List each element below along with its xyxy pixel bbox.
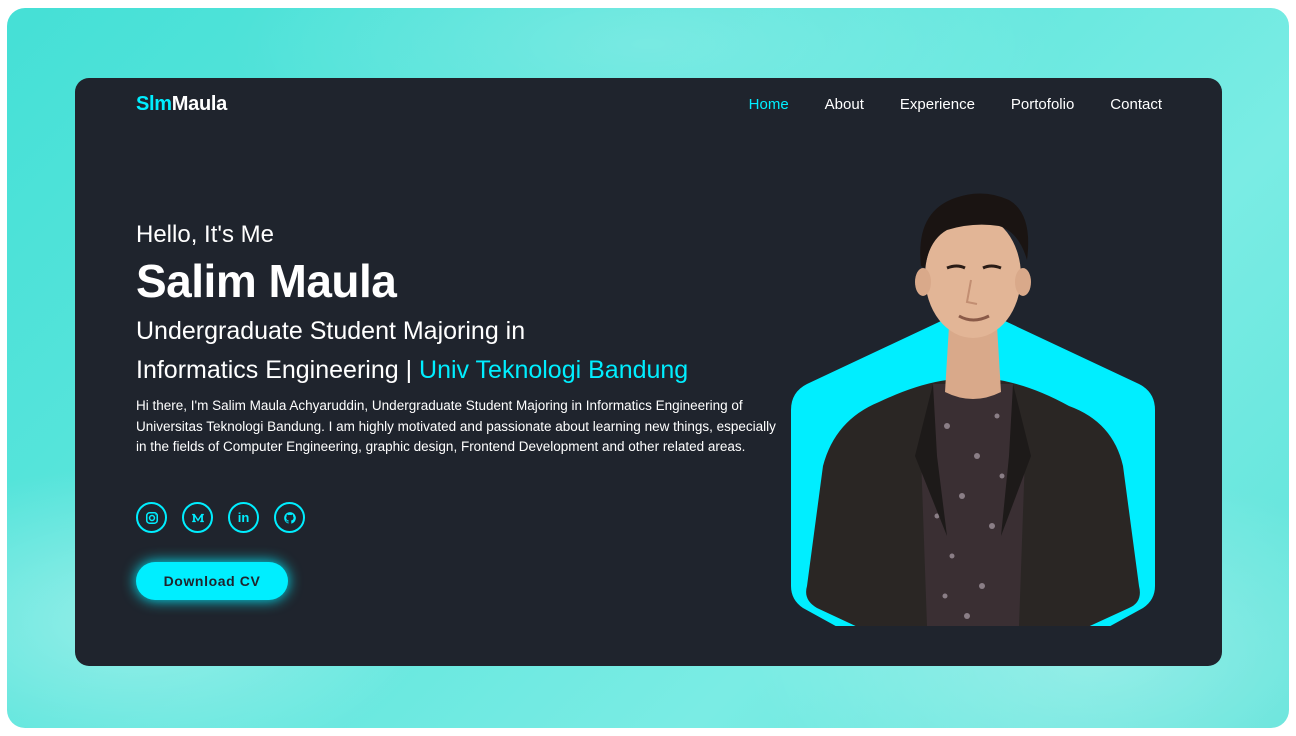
brand-logo[interactable]: SlmMaula	[136, 93, 227, 116]
linkedin-link[interactable]: in	[228, 502, 259, 533]
github-link[interactable]	[274, 502, 305, 533]
nav-portofolio[interactable]: Portofolio	[1011, 96, 1074, 113]
download-cv-button[interactable]: Download CV	[136, 562, 288, 600]
main-nav: Home About Experience Portofolio Contact	[713, 96, 1162, 113]
hero-role: Undergraduate Student Majoring in Inform…	[136, 312, 816, 390]
nav-experience[interactable]: Experience	[900, 96, 975, 113]
instagram-icon	[145, 511, 158, 524]
medium-link[interactable]	[182, 502, 213, 533]
brand-logo-prefix: Slm	[136, 93, 172, 115]
hero-greeting: Hello, It's Me	[136, 221, 274, 248]
profile-portrait	[791, 193, 1155, 626]
nav-contact[interactable]: Contact	[1110, 96, 1162, 113]
hero-description: Hi there, I'm Salim Maula Achyaruddin, U…	[136, 398, 776, 454]
hero-role-line2: Informatics Engineering |	[136, 356, 420, 384]
instagram-link[interactable]	[136, 502, 167, 533]
hero-name: Salim Maula	[136, 255, 397, 307]
nav-home[interactable]: Home	[749, 96, 789, 113]
nav-about[interactable]: About	[825, 96, 864, 113]
hero-role-line1: Undergraduate Student Majoring in	[136, 317, 526, 345]
brand-logo-suffix: Maula	[171, 93, 227, 115]
hero-role-highlight: Univ Teknologi Bandung	[419, 356, 689, 384]
github-icon	[283, 511, 296, 524]
linkedin-icon: in	[237, 510, 250, 525]
hero-card: SlmMaula Home About Experience Portofoli…	[75, 78, 1222, 666]
medium-icon	[191, 513, 204, 522]
social-links: in	[136, 502, 305, 533]
